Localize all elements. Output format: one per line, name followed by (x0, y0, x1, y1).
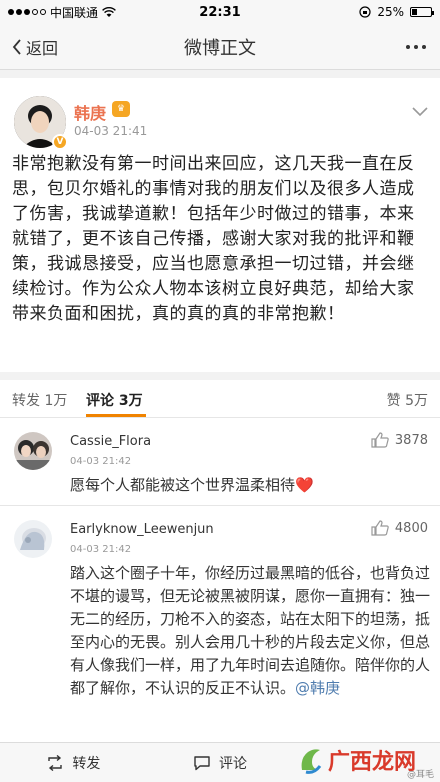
heart-emoji-icon: ❤️ (295, 476, 314, 494)
rotation-lock-icon (359, 6, 371, 18)
more-button[interactable] (330, 44, 440, 49)
comment-like-button[interactable]: 4800 (371, 520, 428, 536)
comment-icon (194, 755, 210, 770)
tab-like-label: 赞 (386, 393, 401, 409)
post-menu-button[interactable] (412, 102, 428, 121)
tab-like[interactable]: 赞 5万 (387, 390, 428, 410)
comment-text: 愿每个人都能被这个世界温柔相待❤️ (70, 474, 430, 497)
signal-strength-icon (8, 9, 46, 15)
post-card: V 韩庚 ♛ 04-03 21:41 非常抱歉没有第一时间出来回应，这几天我一直… (0, 78, 440, 372)
watermark-text: 广西龙网 (328, 750, 417, 775)
comment-time: 04-03 21:42 (70, 456, 132, 467)
wifi-icon (102, 6, 116, 17)
thumbs-up-icon (371, 432, 389, 448)
watermark-logo-icon (301, 749, 322, 774)
comment-text: 踏入这个圈子十年，你经历过最黑暗的低谷，也背负过不堪的谩骂，但无论被黑被阴谋，愿… (70, 562, 430, 700)
watermark-sub: @耳毛 (406, 770, 434, 780)
comment-item[interactable]: Cassie_Flora 04-03 21:42 3878 愿每个人都能被这个世… (0, 418, 440, 506)
chevron-down-icon (412, 107, 428, 117)
tab-comment-label: 评论 (86, 393, 114, 409)
status-left: 中国联通 (8, 4, 158, 21)
comment-like-button[interactable]: 3878 (371, 432, 428, 448)
mention-link[interactable]: @韩庚 (295, 679, 340, 697)
author-name[interactable]: 韩庚 (74, 100, 106, 124)
page-title: 微博正文 (184, 37, 256, 59)
carrier-label: 中国联通 (50, 5, 99, 20)
repost-icon (48, 754, 63, 771)
tab-repost[interactable]: 转发 1万 (12, 390, 67, 410)
comment-label: 评论 (219, 755, 247, 772)
status-bar: 中国联通 22:31 25% (0, 0, 440, 24)
repost-button[interactable]: 转发 (0, 753, 147, 773)
post-text: 非常抱歉没有第一时间出来回应，这几天我一直在反思，包贝尔婚礼的事情对我的朋友们以… (12, 154, 415, 324)
chevron-left-icon (12, 38, 21, 55)
tab-like-count: 5万 (405, 393, 428, 409)
comment-button[interactable]: 评论 (147, 753, 294, 773)
watermark: 广西龙网 @耳毛 (298, 738, 440, 782)
commenter-avatar[interactable] (14, 520, 52, 558)
comment-text-body: 踏入这个圈子十年，你经历过最黑暗的低谷，也背负过不堪的谩骂，但无论被黑被阴谋，愿… (70, 564, 431, 697)
commenter-name[interactable]: Earlyknow_Leewenjun (70, 522, 214, 537)
comment-time: 04-03 21:42 (70, 544, 132, 555)
comment-item[interactable]: Earlyknow_Leewenjun 04-03 21:42 4800 踏入这… (0, 506, 440, 742)
thumbs-up-icon (371, 520, 389, 536)
comment-text-body: 愿每个人都能被这个世界温柔相待 (70, 476, 296, 494)
comment-like-count: 3878 (394, 432, 428, 448)
more-icon (406, 44, 426, 49)
tab-repost-count: 1万 (44, 393, 68, 409)
commenter-name[interactable]: Cassie_Flora (70, 434, 151, 449)
repost-label: 转发 (72, 755, 101, 772)
tab-repost-label: 转发 (12, 393, 40, 409)
back-label: 返回 (26, 38, 59, 58)
status-time: 22:31 (199, 4, 241, 20)
battery-percent: 25% (377, 5, 404, 19)
tabs-bar: 转发 1万 评论 3万 赞 5万 (0, 380, 440, 418)
member-crown-icon: ♛ (112, 101, 130, 117)
tab-active-indicator (86, 414, 146, 417)
tab-comment-count: 3万 (118, 393, 143, 409)
verified-icon: V (52, 134, 68, 150)
battery-icon (410, 7, 434, 17)
post-time: 04-03 21:41 (74, 124, 148, 138)
commenter-avatar[interactable] (14, 432, 52, 470)
back-button[interactable]: 返回 (0, 35, 110, 59)
tab-comment[interactable]: 评论 3万 (86, 390, 143, 410)
nav-bar: 返回 微博正文 (0, 24, 440, 70)
status-right: 25% (282, 5, 434, 19)
comment-like-count: 4800 (394, 520, 428, 536)
